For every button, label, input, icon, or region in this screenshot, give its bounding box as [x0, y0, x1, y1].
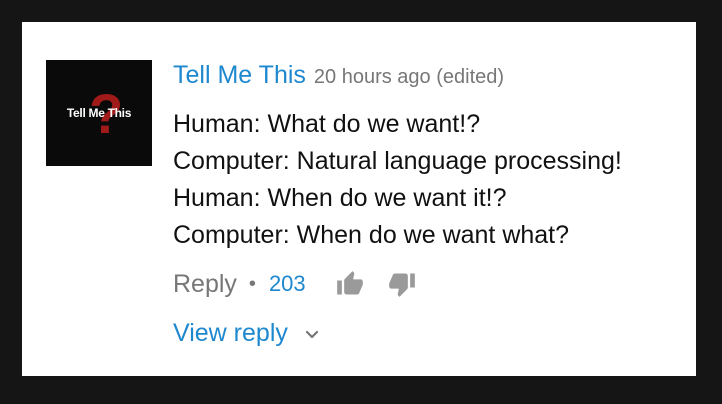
author-avatar[interactable]: ? Tell Me This	[46, 60, 152, 166]
comment-line: Human: When do we want it!?	[173, 184, 507, 212]
comment-actions: Reply • 203	[173, 268, 416, 300]
comment-text: Human: What do we want!? Computer: Natur…	[173, 106, 693, 254]
reply-button[interactable]: Reply	[173, 270, 237, 299]
comment-line: Human: What do we want!?	[173, 110, 481, 138]
comment-line: Computer: Natural language processing!	[173, 147, 622, 175]
author-name[interactable]: Tell Me This	[173, 61, 306, 89]
chevron-down-icon	[304, 327, 320, 343]
comment-line: Computer: When do we want what?	[173, 221, 570, 249]
thumbs-down-icon[interactable]	[388, 270, 416, 298]
like-count: 203	[268, 271, 306, 296]
thumbs-up-icon[interactable]	[336, 270, 364, 298]
comment-timestamp[interactable]: 20 hours ago (edited)	[314, 66, 504, 88]
separator-dot: •	[248, 272, 256, 295]
view-replies-label: View reply	[173, 318, 288, 347]
avatar-logo-text: Tell Me This	[66, 106, 132, 120]
view-replies-button[interactable]: View reply	[173, 316, 320, 350]
comment-header: Tell Me This 20 hours ago (edited)	[173, 63, 504, 88]
comment-card: ? Tell Me This Tell Me This 20 hours ago …	[22, 22, 696, 376]
